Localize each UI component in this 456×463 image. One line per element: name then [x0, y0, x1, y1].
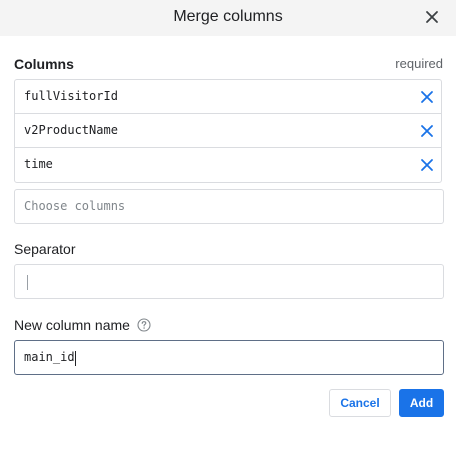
choose-columns-input[interactable]: Choose columns: [14, 189, 444, 224]
text-caret: [75, 351, 76, 366]
separator-input[interactable]: [14, 264, 444, 299]
column-name: v2ProductName: [24, 123, 118, 137]
selected-columns-list: fullVisitorId v2ProductName time: [14, 79, 442, 183]
column-item: time: [15, 148, 441, 182]
add-button[interactable]: Add: [399, 389, 444, 417]
remove-column-icon[interactable]: [420, 158, 434, 172]
required-indicator: required: [395, 56, 443, 71]
dialog-header: Merge columns: [0, 0, 456, 36]
column-item: fullVisitorId: [15, 80, 441, 114]
column-name: fullVisitorId: [24, 89, 118, 103]
remove-column-icon[interactable]: [420, 124, 434, 138]
cancel-button[interactable]: Cancel: [329, 389, 391, 417]
dialog-title: Merge columns: [173, 8, 283, 25]
choose-columns-placeholder: Choose columns: [24, 199, 126, 213]
merge-columns-dialog: Merge columns Columns required fullVisit…: [0, 0, 456, 463]
new-column-name-value: main_id: [24, 350, 75, 364]
new-column-name-label: New column name: [14, 317, 130, 333]
separator-label: Separator: [14, 241, 76, 257]
new-column-name-input[interactable]: main_id: [14, 340, 444, 375]
columns-label: Columns: [14, 56, 74, 72]
column-item: v2ProductName: [15, 114, 441, 148]
close-icon[interactable]: [422, 7, 442, 27]
text-caret: [27, 275, 28, 290]
column-name: time: [24, 157, 53, 171]
help-circle-icon[interactable]: [137, 318, 151, 332]
remove-column-icon[interactable]: [420, 90, 434, 104]
